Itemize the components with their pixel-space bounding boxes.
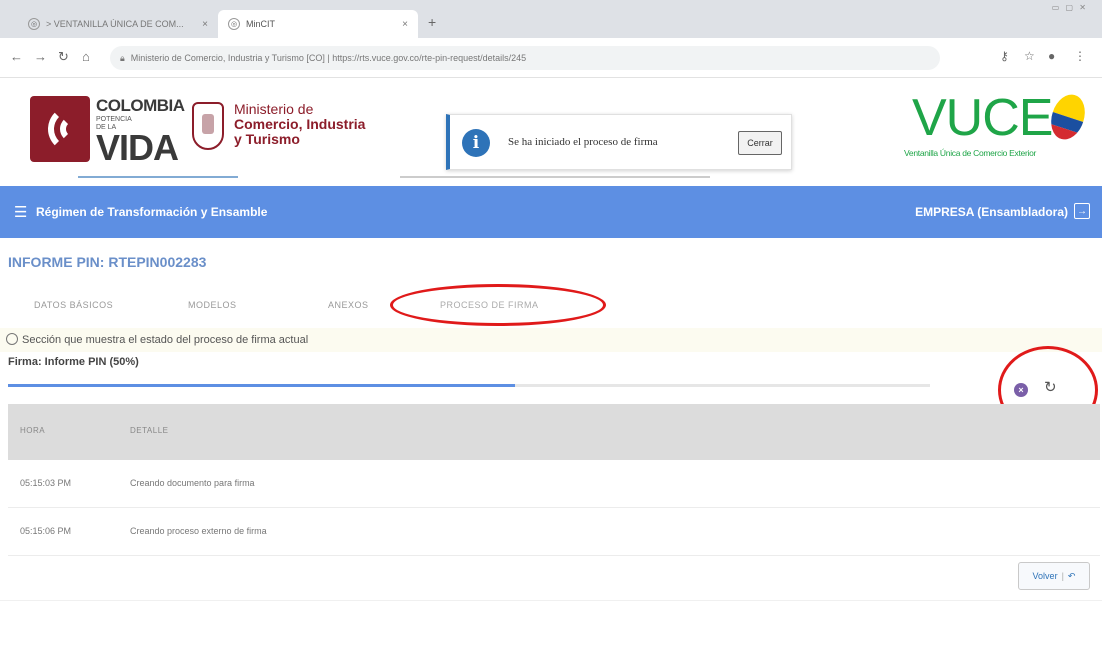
- lightbulb-icon: [6, 333, 18, 345]
- firma-label: Firma: Informe PIN (50%): [8, 356, 139, 368]
- column-header-detalle: DETALLE: [130, 426, 169, 435]
- column-header-hora: HORA: [20, 426, 46, 435]
- back-icon[interactable]: ←: [10, 49, 23, 64]
- volver-label: Volver: [1032, 571, 1058, 581]
- notice-text: Sección que muestra el estado del proces…: [22, 334, 309, 346]
- tab-modelos[interactable]: MODELOS: [188, 300, 237, 310]
- divider: [400, 176, 710, 178]
- browser-tab-label: MinCIT: [246, 19, 275, 29]
- table-row: 05:15:06 PM Creando proceso externo de f…: [8, 508, 1100, 556]
- colombia-text: COLOMBIA: [96, 96, 185, 115]
- module-title[interactable]: Régimen de Transformación y Ensamble: [36, 205, 267, 219]
- globe-icon: ◎: [228, 18, 240, 30]
- site-header: COLOMBIA POTENCIA DE LA VIDA Ministerio …: [0, 78, 1102, 184]
- vuce-logo: VUCE Ventanilla Única de Comercio Exteri…: [902, 89, 1091, 170]
- close-icon[interactable]: ×: [402, 19, 408, 30]
- browser-tab-active[interactable]: ◎ MinCIT ×: [218, 10, 418, 38]
- ministerio-line2: Comercio, Industria: [234, 116, 366, 132]
- cell-hora: 05:15:06 PM: [20, 526, 72, 536]
- table-row: 05:15:03 PM Creando documento para firma: [8, 460, 1100, 508]
- module-bar: ☰ Régimen de Transformación y Ensamble E…: [0, 186, 1102, 238]
- browser-tab-bar: ◎ > VENTANILLA ÚNICA DE COM... × ◎ MinCI…: [0, 0, 1102, 38]
- profile-icon[interactable]: ●: [1048, 49, 1055, 63]
- tab-datos-basicos[interactable]: DATOS BÁSICOS: [34, 300, 113, 310]
- toast-close-button[interactable]: Cerrar: [738, 131, 782, 155]
- toast-message: Se ha iniciado el proceso de firma: [508, 136, 658, 148]
- undo-icon: ↶: [1067, 570, 1076, 581]
- user-company[interactable]: EMPRESA (Ensambladora): [915, 205, 1068, 219]
- colombia-mark-icon: [30, 96, 90, 162]
- menu-icon[interactable]: ⋮: [1074, 49, 1086, 63]
- ministerio-line1: Ministerio de: [234, 101, 314, 117]
- url-text: Ministerio de Comercio, Industria y Turi…: [130, 53, 527, 63]
- hamburger-menu-icon[interactable]: ☰: [14, 203, 27, 221]
- ministerio-logo: Ministerio de Comercio, Industria y Turi…: [234, 102, 365, 147]
- info-notice: Sección que muestra el estado del proces…: [0, 328, 1102, 352]
- page-title: INFORME PIN: RTEPIN002283: [8, 254, 207, 270]
- divider: [78, 176, 238, 178]
- colombia-logo: COLOMBIA POTENCIA DE LA VIDA: [30, 94, 185, 168]
- forward-icon[interactable]: →: [34, 49, 47, 64]
- lock-icon: 🔒︎: [120, 52, 125, 63]
- browser-tab[interactable]: ◎ > VENTANILLA ÚNICA DE COM... ×: [18, 10, 218, 38]
- new-tab-button[interactable]: +: [428, 14, 436, 30]
- url-field[interactable]: 🔒︎ Ministerio de Comercio, Industria y T…: [110, 46, 940, 70]
- signature-log-table: HORA DETALLE 05:15:03 PM Creando documen…: [8, 404, 1100, 556]
- star-icon[interactable]: ☆: [1024, 49, 1035, 63]
- signature-toast: i Se ha iniciado el proceso de firma Cer…: [446, 114, 792, 170]
- coat-of-arms-icon: [192, 102, 224, 150]
- close-icon[interactable]: ×: [202, 19, 208, 30]
- progress-fill: [8, 384, 516, 387]
- key-icon[interactable]: ⚷: [1000, 49, 1009, 63]
- vuce-title: VUCE: [912, 89, 1053, 147]
- cell-hora: 05:15:03 PM: [20, 478, 72, 488]
- volver-button[interactable]: Volver | ↶: [1018, 562, 1090, 590]
- vida-text: VIDA: [96, 127, 179, 168]
- browser-tab-label: > VENTANILLA ÚNICA DE COM...: [46, 19, 184, 29]
- vuce-subtitle: Ventanilla Única de Comercio Exterior: [904, 148, 1037, 158]
- reload-icon[interactable]: ↻: [58, 49, 69, 65]
- tab-anexos[interactable]: ANEXOS: [328, 300, 369, 310]
- table-header: HORA DETALLE: [8, 404, 1100, 460]
- globe-icon: ◎: [28, 18, 40, 30]
- address-bar-row: ← → ↻ ⌂ 🔒︎ Ministerio de Comercio, Indus…: [0, 38, 1102, 78]
- info-icon: i: [462, 129, 490, 157]
- signature-progress-bar: [8, 384, 930, 387]
- cell-detalle: Creando proceso externo de firma: [130, 526, 267, 536]
- window-controls[interactable]: ▭ ▢ ✕: [1052, 3, 1088, 12]
- cell-detalle: Creando documento para firma: [130, 478, 255, 488]
- ministerio-line3: y Turismo: [234, 131, 300, 147]
- logout-icon[interactable]: →: [1074, 203, 1090, 219]
- home-icon[interactable]: ⌂: [82, 49, 90, 64]
- annotation-circle-tab: [390, 284, 606, 326]
- page-footer-area: [0, 600, 1102, 656]
